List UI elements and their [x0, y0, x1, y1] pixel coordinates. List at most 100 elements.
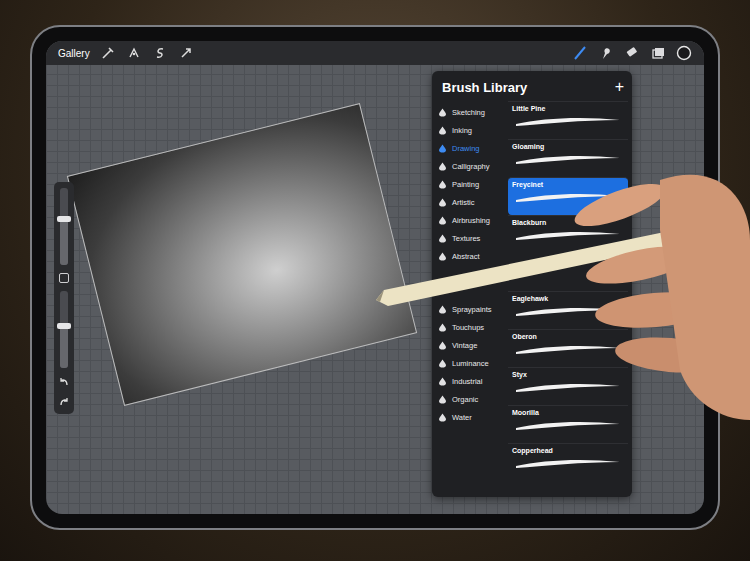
category-item[interactable]: Spraypaints [438, 300, 506, 318]
category-label: Abstract [452, 252, 480, 261]
color-button[interactable] [676, 45, 692, 61]
category-label: Vintage [452, 341, 477, 350]
brush-set-icon [438, 305, 447, 314]
brush-icon [572, 45, 588, 61]
hand-with-pencil [0, 0, 750, 561]
size-slider-fill [60, 219, 68, 265]
brush-name: Copperhead [512, 447, 624, 454]
brush-set-icon [438, 216, 447, 225]
brush-name: Blackburn [512, 219, 624, 226]
brush-set-icon [438, 126, 447, 135]
brush-item[interactable]: Moorilla [508, 405, 628, 443]
transform-button[interactable] [178, 45, 194, 61]
brush-item[interactable]: Little Pine [508, 101, 628, 139]
category-item[interactable]: Industrial [438, 372, 506, 390]
redo-icon[interactable] [58, 396, 70, 408]
undo-icon[interactable] [58, 376, 70, 388]
brush-set-icon [438, 413, 447, 422]
brush-item[interactable]: Styx [508, 367, 628, 405]
wrench-button[interactable] [100, 45, 116, 61]
brush-set-icon [438, 198, 447, 207]
brush-name: Styx [512, 371, 624, 378]
brush-stroke-icon [512, 418, 624, 432]
magic-wand-button[interactable] [126, 45, 142, 61]
category-item[interactable]: Water [438, 408, 506, 426]
brush-set-icon [438, 144, 447, 153]
brush-stroke-icon [512, 114, 624, 128]
brush-item[interactable]: Blackburn [508, 215, 628, 253]
brush-set-icon [438, 323, 447, 332]
size-slider-thumb[interactable] [57, 216, 71, 222]
category-item[interactable]: Artistic [438, 193, 506, 211]
category-label: Water [452, 413, 472, 422]
brush-name: Little Pine [512, 105, 624, 112]
size-slider[interactable] [60, 188, 68, 265]
opacity-slider-thumb[interactable] [57, 323, 71, 329]
category-label: Industrial [452, 377, 482, 386]
category-item[interactable]: Vintage [438, 336, 506, 354]
brush-stroke-icon [512, 152, 624, 166]
brush-set-icon [438, 359, 447, 368]
panel-title: Brush Library [442, 80, 527, 95]
layers-icon [650, 45, 666, 61]
brush-item[interactable]: Gloaming [508, 139, 628, 177]
color-circle-icon [676, 45, 692, 61]
category-label: Spraypaints [452, 305, 492, 314]
category-label: Artistic [452, 198, 475, 207]
category-item[interactable]: Airbrushing [438, 211, 506, 229]
brush-stroke-icon [512, 380, 624, 394]
category-label: Inking [452, 126, 472, 135]
brush-set-icon [438, 162, 447, 171]
category-list: Sketching Inking DrawingCalligraphy Paintin… [432, 99, 506, 497]
category-item[interactable]: Organic [438, 390, 506, 408]
category-label: Textures [452, 234, 480, 243]
brush-set-icon [438, 180, 447, 189]
category-item[interactable]: Abstract [438, 247, 506, 265]
procreate-screen: Gallery Brush Library + Sketching Inking Draw… [46, 41, 704, 514]
category-item[interactable]: Textures [438, 229, 506, 247]
brush-set-icon [438, 341, 447, 350]
category-label: Organic [452, 395, 478, 404]
magic-wand-icon [126, 45, 142, 61]
brush-item[interactable]: Freycinet [508, 177, 628, 215]
brush-item[interactable]: Eaglehawk [508, 291, 628, 329]
layers-tool[interactable] [650, 45, 666, 61]
category-item[interactable]: Calligraphy [438, 157, 506, 175]
modify-button[interactable] [59, 273, 69, 283]
brush-name: Oberon [512, 333, 624, 340]
smudge-tool[interactable] [598, 45, 614, 61]
category-label: Painting [452, 180, 479, 189]
brush-list: Little Pine Gloaming Freycinet Blackburn Eag… [506, 99, 632, 497]
category-item[interactable]: Luminance [438, 354, 506, 372]
add-brush-button[interactable]: + [615, 79, 624, 95]
category-item[interactable]: Painting [438, 175, 506, 193]
category-item[interactable]: Drawing [438, 139, 506, 157]
category-item[interactable]: Touchups [438, 318, 506, 336]
eraser-tool[interactable] [624, 45, 640, 61]
selection-button[interactable] [152, 45, 168, 61]
brush-name: Gloaming [512, 143, 624, 150]
category-item[interactable]: Sketching [438, 103, 506, 121]
panel-body: Sketching Inking DrawingCalligraphy Paintin… [432, 99, 632, 497]
brush-set-icon [438, 252, 447, 261]
transform-icon [178, 45, 194, 61]
brush-stroke-icon [512, 304, 624, 318]
brush-set-icon [438, 108, 447, 117]
brush-item[interactable]: Oberon [508, 329, 628, 367]
brush-name: Moorilla [512, 409, 624, 416]
brush-set-icon [438, 234, 447, 243]
category-item[interactable]: Inking [438, 121, 506, 139]
gallery-button[interactable]: Gallery [58, 48, 90, 59]
brush-stroke-icon [512, 228, 624, 242]
artwork-image[interactable] [67, 103, 417, 406]
opacity-slider[interactable] [60, 291, 68, 368]
panel-header: Brush Library + [432, 71, 632, 99]
brush-set-icon [438, 377, 447, 386]
brush-name: Freycinet [512, 181, 624, 188]
brush-tool[interactable] [572, 45, 588, 61]
brush-name: Eaglehawk [512, 295, 624, 302]
brush-item[interactable]: Copperhead [508, 443, 628, 481]
wrench-icon [100, 45, 116, 61]
brush-stroke-icon [512, 190, 624, 204]
brush-set-icon [438, 395, 447, 404]
